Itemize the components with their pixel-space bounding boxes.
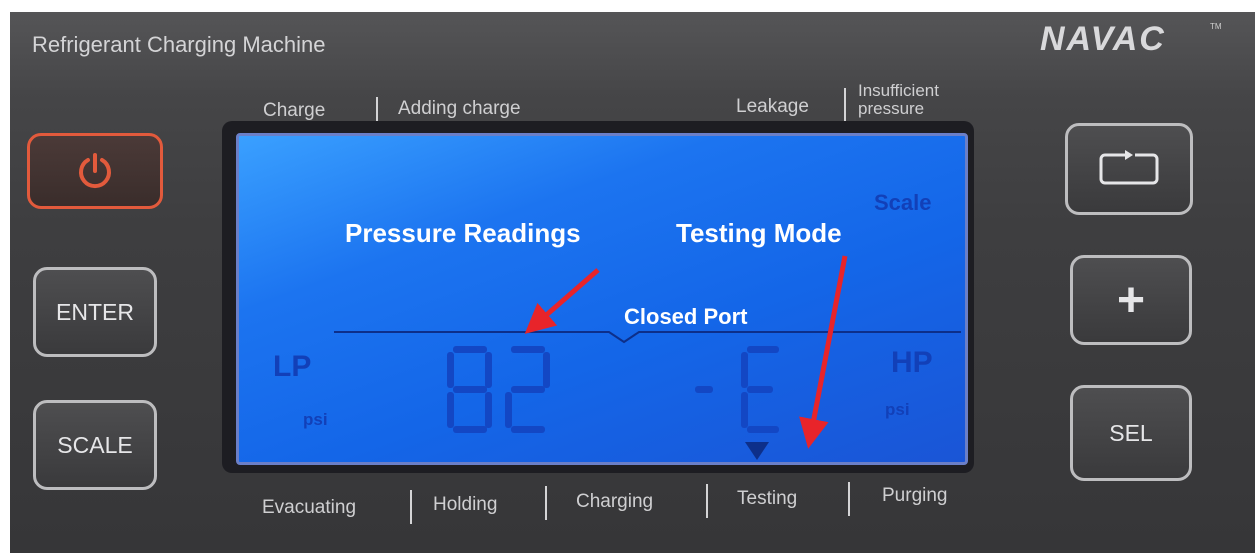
indicator-charge: Charge — [263, 100, 326, 121]
cycle-icon — [1099, 150, 1159, 185]
lp-digit-segment — [511, 426, 545, 433]
insufficient-line1: Insufficient — [858, 81, 939, 100]
hp-digit-segment — [747, 386, 773, 393]
lcd-display: Scale LP psi HP psi — [236, 133, 968, 465]
hp-digit-segment — [747, 346, 779, 353]
annotation-pressure-readings: Pressure Readings — [345, 218, 581, 248]
machine-title: Refrigerant Charging Machine — [32, 32, 326, 57]
annotation-closed-port: Closed Port — [624, 304, 748, 329]
lp-digit-segment — [485, 352, 492, 388]
lp-digit-segment — [453, 346, 487, 353]
hp-reading — [695, 346, 785, 436]
lp-digit-segment — [543, 352, 550, 388]
annotation-testing-mode: Testing Mode — [676, 218, 842, 248]
mode-divider — [410, 490, 412, 524]
power-icon — [79, 153, 111, 189]
lp-digit-segment — [511, 346, 545, 353]
lp-digit-segment — [505, 392, 512, 428]
lp-label: LP — [273, 350, 312, 383]
hp-digit-segment — [741, 352, 748, 388]
enter-button[interactable]: ENTER — [33, 267, 157, 357]
hp-digit-segment — [747, 426, 779, 433]
mode-purging: Purging — [882, 485, 948, 506]
plus-button[interactable]: + — [1070, 255, 1192, 345]
mode-divider — [706, 484, 708, 518]
indicator-divider — [376, 97, 378, 123]
lcd-divider-line — [334, 331, 961, 344]
scale-indicator: Scale — [874, 190, 932, 215]
lp-digit-segment — [511, 386, 545, 393]
hp-label: HP — [891, 346, 933, 379]
cycle-button[interactable] — [1065, 123, 1193, 215]
indicator-divider — [844, 88, 846, 122]
power-button[interactable] — [27, 133, 163, 209]
lp-digit-segment — [485, 392, 492, 428]
mode-divider — [545, 486, 547, 520]
scale-button[interactable]: SCALE — [33, 400, 157, 490]
lp-unit: psi — [303, 410, 328, 429]
lp-digit-segment — [453, 386, 487, 393]
lp-reading — [447, 346, 550, 436]
indicator-insufficient-pressure: Insufficient pressure — [858, 82, 939, 118]
insufficient-line2: pressure — [858, 99, 925, 118]
mode-holding: Holding — [433, 494, 498, 515]
mode-testing: Testing — [737, 488, 798, 509]
lp-digit-segment — [453, 426, 487, 433]
mode-evacuating: Evacuating — [262, 497, 357, 518]
hp-digit-segment — [741, 392, 748, 428]
indicator-adding-charge: Adding charge — [398, 98, 521, 119]
indicator-leakage: Leakage — [736, 96, 809, 117]
hp-digit-segment — [695, 386, 713, 393]
brand-logo: NAVAC — [1040, 20, 1166, 58]
mode-pointer-icon — [745, 442, 769, 460]
lp-digit-segment — [447, 352, 454, 388]
lp-digit-segment — [447, 392, 454, 428]
mode-charging: Charging — [576, 491, 654, 512]
mode-divider — [848, 482, 850, 516]
trademark-mark: TM — [1210, 22, 1222, 31]
hp-unit: psi — [885, 400, 910, 419]
sel-button[interactable]: SEL — [1070, 385, 1192, 481]
